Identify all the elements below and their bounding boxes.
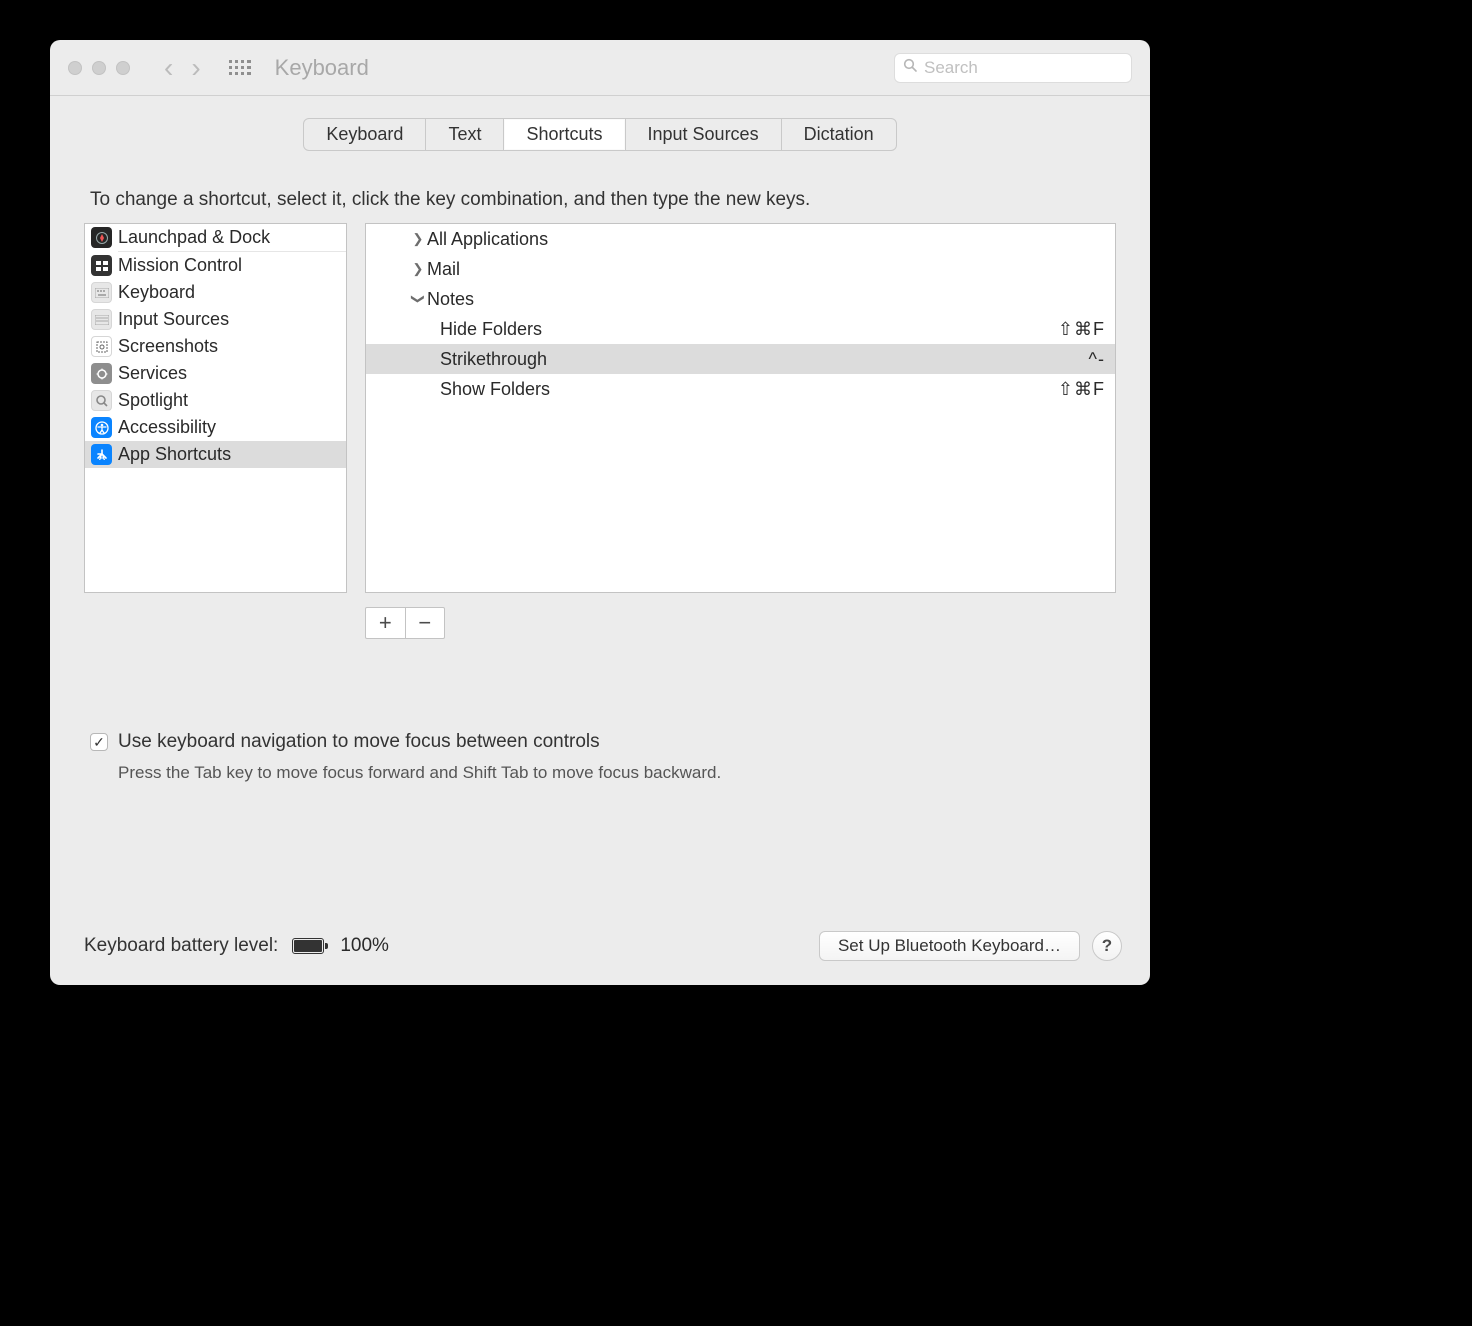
category-label: Input Sources xyxy=(118,306,229,333)
battery-label: Keyboard battery level: xyxy=(84,935,278,957)
shortcuts-tree: ❯ All Applications ❯ Mail ❯ Notes xyxy=(365,223,1116,593)
shortcut-keys: ⇧⌘F xyxy=(1058,374,1105,404)
group-all-applications[interactable]: ❯ All Applications xyxy=(366,224,1115,254)
chevron-down-icon: ❯ xyxy=(403,293,433,305)
category-spotlight[interactable]: Spotlight xyxy=(85,387,346,414)
nav-arrows: ‹ › xyxy=(164,54,201,82)
group-label: Mail xyxy=(427,254,460,284)
category-app-shortcuts[interactable]: A App Shortcuts xyxy=(85,441,346,468)
input-sources-icon xyxy=(91,309,112,330)
category-label: Accessibility xyxy=(118,414,216,441)
shortcut-keys: ^- xyxy=(1089,344,1105,374)
shortcut-row[interactable]: Strikethrough ^- xyxy=(366,344,1115,374)
search-icon xyxy=(903,58,918,78)
zoom-window-button[interactable] xyxy=(116,61,130,75)
pane-resize-handle[interactable] xyxy=(365,393,366,423)
category-keyboard[interactable]: Keyboard xyxy=(85,279,346,306)
chevron-right-icon: ❯ xyxy=(412,254,424,284)
instruction-text: To change a shortcut, select it, click t… xyxy=(84,189,1116,219)
bluetooth-keyboard-button[interactable]: Set Up Bluetooth Keyboard… xyxy=(819,931,1080,961)
footer: Keyboard battery level: 100% Set Up Blue… xyxy=(50,919,1150,985)
battery-icon xyxy=(292,938,324,954)
tab-text[interactable]: Text xyxy=(426,119,504,150)
chevron-right-icon: ❯ xyxy=(412,224,424,254)
search-input[interactable] xyxy=(924,58,1123,78)
category-mission-control[interactable]: Mission Control xyxy=(85,252,346,279)
group-mail[interactable]: ❯ Mail xyxy=(366,254,1115,284)
tab-dictation[interactable]: Dictation xyxy=(782,119,896,150)
shortcut-keys: ⇧⌘F xyxy=(1058,314,1105,344)
services-icon xyxy=(91,363,112,384)
category-label: Keyboard xyxy=(118,279,195,306)
forward-button[interactable]: › xyxy=(191,54,200,82)
back-button[interactable]: ‹ xyxy=(164,54,173,82)
search-field[interactable] xyxy=(894,53,1132,83)
category-launchpad-dock[interactable]: Launchpad & Dock xyxy=(85,224,346,251)
category-label: Spotlight xyxy=(118,387,188,414)
checkbox-label: Use keyboard navigation to move focus be… xyxy=(118,731,600,753)
titlebar: ‹ › Keyboard xyxy=(50,40,1150,96)
category-input-sources[interactable]: Input Sources xyxy=(85,306,346,333)
shortcut-label: Hide Folders xyxy=(440,314,542,344)
category-label: Services xyxy=(118,360,187,387)
tab-shortcuts[interactable]: Shortcuts xyxy=(504,119,625,150)
svg-text:A: A xyxy=(98,452,105,462)
add-remove-buttons: + − xyxy=(365,607,445,639)
category-label: App Shortcuts xyxy=(118,441,231,468)
screenshots-icon xyxy=(91,336,112,357)
minimize-window-button[interactable] xyxy=(92,61,106,75)
shortcut-label: Show Folders xyxy=(440,374,550,404)
keyboard-nav-checkbox[interactable]: ✓ xyxy=(90,733,108,751)
shortcut-row[interactable]: Hide Folders ⇧⌘F xyxy=(366,314,1115,344)
add-shortcut-button[interactable]: + xyxy=(366,608,405,638)
preferences-window: ‹ › Keyboard Keyboard Text Shortcuts Inp… xyxy=(50,40,1150,985)
category-accessibility[interactable]: Accessibility xyxy=(85,414,346,441)
help-button[interactable]: ? xyxy=(1092,931,1122,961)
close-window-button[interactable] xyxy=(68,61,82,75)
category-services[interactable]: Services xyxy=(85,360,346,387)
checkbox-hint: Press the Tab key to move focus forward … xyxy=(118,763,1116,783)
category-screenshots[interactable]: Screenshots xyxy=(85,333,346,360)
shortcut-label: Strikethrough xyxy=(440,344,547,374)
app-shortcuts-icon: A xyxy=(91,444,112,465)
show-all-icon[interactable] xyxy=(229,57,251,79)
category-list: Launchpad & Dock Mission Control Keyboa xyxy=(84,223,347,593)
battery-percent: 100% xyxy=(340,935,389,957)
launchpad-icon xyxy=(91,227,112,248)
shortcut-row[interactable]: Show Folders ⇧⌘F xyxy=(366,374,1115,404)
spotlight-icon xyxy=(91,390,112,411)
keyboard-icon xyxy=(91,282,112,303)
group-label: Notes xyxy=(427,284,474,314)
remove-shortcut-button[interactable]: − xyxy=(406,608,445,638)
category-label: Screenshots xyxy=(118,333,218,360)
tab-input-sources[interactable]: Input Sources xyxy=(626,119,782,150)
tabbar: Keyboard Text Shortcuts Input Sources Di… xyxy=(303,118,896,151)
window-title: Keyboard xyxy=(275,55,369,81)
category-label: Mission Control xyxy=(118,252,242,279)
traffic-lights xyxy=(68,61,130,75)
accessibility-icon xyxy=(91,417,112,438)
group-notes[interactable]: ❯ Notes xyxy=(366,284,1115,314)
group-label: All Applications xyxy=(427,224,548,254)
category-label: Launchpad & Dock xyxy=(118,224,270,251)
mission-control-icon xyxy=(91,255,112,276)
tab-keyboard[interactable]: Keyboard xyxy=(304,119,426,150)
